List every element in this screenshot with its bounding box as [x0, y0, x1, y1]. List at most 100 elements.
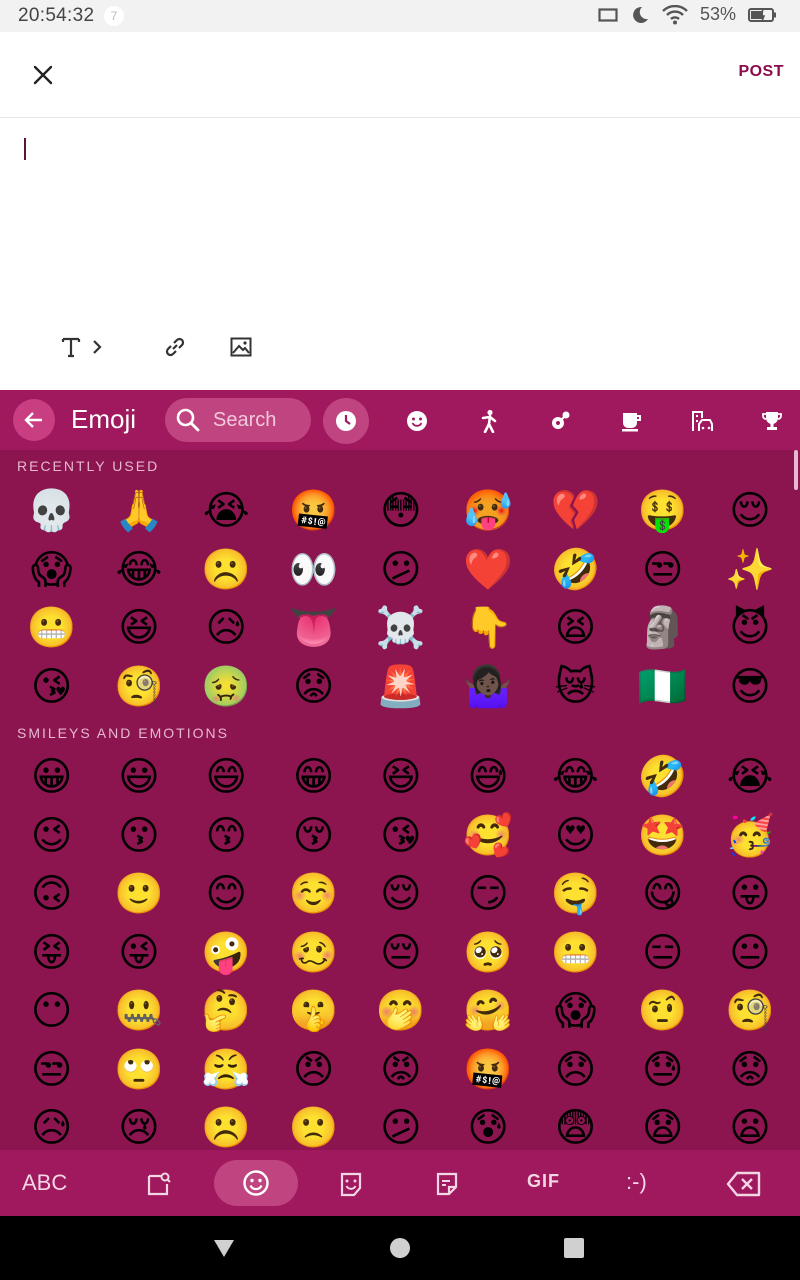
emoji-key-item[interactable]: 😭 [183, 482, 270, 541]
emoji-key-item[interactable]: 😒 [619, 541, 706, 600]
emoji-key-item[interactable]: 😥 [183, 599, 270, 658]
emoji-key-item[interactable]: 😠 [270, 1041, 357, 1100]
emoji-key-item[interactable]: 🇳🇬 [619, 658, 706, 717]
emoji-key-item[interactable]: 😬 [532, 924, 619, 983]
emoji-key-item[interactable]: 😊 [183, 865, 270, 924]
emoji-key-item[interactable]: 😶 [8, 982, 95, 1041]
emoji-key-item[interactable]: 🤬 [444, 1041, 531, 1100]
emoji-key-item[interactable]: 🤬 [270, 482, 357, 541]
emoji-key-item[interactable]: 🤗 [444, 982, 531, 1041]
emoji-key-item[interactable]: 😟 [270, 658, 357, 717]
emoji-key-item[interactable]: 😈 [706, 599, 793, 658]
emoji-key-item[interactable]: 🙏 [95, 482, 182, 541]
emoji-key-item[interactable]: 🤣 [619, 748, 706, 807]
category-animals-tab[interactable] [545, 406, 575, 436]
category-travel-tab[interactable] [687, 406, 717, 436]
emoji-key-item[interactable]: 😍 [532, 807, 619, 866]
emoji-key-item[interactable]: 😨 [532, 1099, 619, 1150]
emoji-key-item[interactable]: 😑 [619, 924, 706, 983]
category-people-tab[interactable] [474, 406, 504, 436]
emoji-key-item[interactable]: 😰 [444, 1099, 531, 1150]
emoji-key-item[interactable]: 😟 [706, 1041, 793, 1100]
text-format-expand[interactable] [86, 330, 108, 364]
emoji-key-item[interactable]: 😃 [95, 748, 182, 807]
emoji-key-item[interactable]: 😒 [8, 1041, 95, 1100]
abc-key[interactable]: ABC [22, 1170, 67, 1196]
emoji-key-item[interactable]: 😔 [357, 924, 444, 983]
emoji-key-item[interactable]: 🤫 [270, 982, 357, 1041]
emoji-key-item[interactable]: 😛 [706, 865, 793, 924]
emoji-key-item[interactable]: 🧐 [95, 658, 182, 717]
emoji-key-item[interactable]: 😗 [95, 807, 182, 866]
nav-recents-icon[interactable] [562, 1236, 586, 1260]
emoji-kitchen-key[interactable] [142, 1167, 176, 1201]
emoji-key-item[interactable]: 😝 [8, 924, 95, 983]
emoji-scrollbar[interactable] [794, 450, 798, 490]
emoji-key-item[interactable]: 😎 [706, 658, 793, 717]
emoji-key-item[interactable]: 😆 [357, 748, 444, 807]
emoji-key-item[interactable]: 🤢 [183, 658, 270, 717]
emoji-key-item[interactable]: 😐 [706, 924, 793, 983]
emoji-key-item[interactable]: ☺️ [270, 865, 357, 924]
emoji-key-item[interactable]: 🤤 [532, 865, 619, 924]
emoji-key-item[interactable]: 😌 [706, 482, 793, 541]
emoji-key-item[interactable]: 😅 [444, 748, 531, 807]
emoji-key-item[interactable]: 💔 [532, 482, 619, 541]
emoji-key-item[interactable]: 😌 [357, 865, 444, 924]
emoji-key-item[interactable]: 😓 [619, 1041, 706, 1100]
emoji-key-item[interactable]: 💀 [8, 482, 95, 541]
post-button[interactable]: POST [738, 63, 784, 81]
close-button[interactable] [26, 58, 60, 92]
emoji-key-item[interactable]: 😜 [95, 924, 182, 983]
emoji-key-item[interactable]: 🗿 [619, 599, 706, 658]
emoji-key-item[interactable]: 😕 [357, 541, 444, 600]
emoji-key-item[interactable]: 😳 [357, 482, 444, 541]
emoji-key-item[interactable]: 😘 [8, 658, 95, 717]
emoji-key-item[interactable]: 😱 [8, 541, 95, 600]
category-smileys-tab[interactable] [402, 406, 432, 436]
emoji-key-item[interactable]: ✨ [706, 541, 793, 600]
emoji-scroll-area[interactable]: RECENTLY USED 💀 🙏 😭 🤬 😳 🥵 💔 🤑 😌 😱 😂 ☹️ 👀 😕 ❤️ 🤣 😒 ✨ 😬 😆 😥 👅 ☠️… [0, 450, 800, 1150]
emoji-key-item[interactable]: 🥳 [706, 807, 793, 866]
emoji-key-item[interactable]: 🤪 [183, 924, 270, 983]
emoji-key-item[interactable]: 😭 [706, 748, 793, 807]
emoji-key-item[interactable]: 😤 [183, 1041, 270, 1100]
emoji-key-item[interactable]: 🥵 [444, 482, 531, 541]
nav-home-icon[interactable] [388, 1236, 412, 1260]
bitmoji-key[interactable] [334, 1167, 368, 1201]
emoji-key-item[interactable]: 🤑 [619, 482, 706, 541]
emoji-key-item[interactable]: 😦 [706, 1099, 793, 1150]
emoji-key-item[interactable]: 😋 [619, 865, 706, 924]
emoji-key-item[interactable]: 👇 [444, 599, 531, 658]
nav-back-icon[interactable] [212, 1236, 236, 1260]
emoji-key-item[interactable]: 🤔 [183, 982, 270, 1041]
emoji-key-item[interactable]: 😡 [357, 1041, 444, 1100]
category-recent-tab[interactable] [323, 398, 369, 444]
text-format-button[interactable] [58, 330, 84, 364]
emoji-key-item[interactable]: 😙 [183, 807, 270, 866]
emoji-key-item[interactable]: 🤨 [619, 982, 706, 1041]
emoji-key-item[interactable]: 🥺 [444, 924, 531, 983]
backspace-key[interactable] [724, 1167, 764, 1201]
emoji-key-item[interactable]: 🥰 [444, 807, 531, 866]
emoji-key-item[interactable]: 😧 [619, 1099, 706, 1150]
emoji-key-item[interactable]: 🤐 [95, 982, 182, 1041]
emoji-key-item[interactable]: 😂 [95, 541, 182, 600]
emoji-key-item[interactable]: 🤭 [357, 982, 444, 1041]
emoji-key-item[interactable]: 😚 [270, 807, 357, 866]
emoji-key-item[interactable]: 🤣 [532, 541, 619, 600]
insert-image-button[interactable] [224, 330, 258, 364]
sticker-key[interactable] [430, 1167, 464, 1201]
emoji-key-item[interactable]: 😿 [532, 658, 619, 717]
emoticon-key[interactable]: :-) [626, 1169, 647, 1195]
emoji-key-item[interactable]: 😕 [357, 1099, 444, 1150]
emoji-key-item[interactable]: 😢 [95, 1099, 182, 1150]
emoji-key-item[interactable]: ☠️ [357, 599, 444, 658]
emoji-key-item[interactable]: 👅 [270, 599, 357, 658]
emoji-key-item[interactable]: 🙄 [95, 1041, 182, 1100]
emoji-key-item[interactable]: 👀 [270, 541, 357, 600]
emoji-key-item[interactable]: 😫 [532, 599, 619, 658]
emoji-key-item[interactable]: ☹️ [183, 541, 270, 600]
emoji-key-item[interactable]: 😀 [8, 748, 95, 807]
emoji-key-item[interactable]: 🤩 [619, 807, 706, 866]
